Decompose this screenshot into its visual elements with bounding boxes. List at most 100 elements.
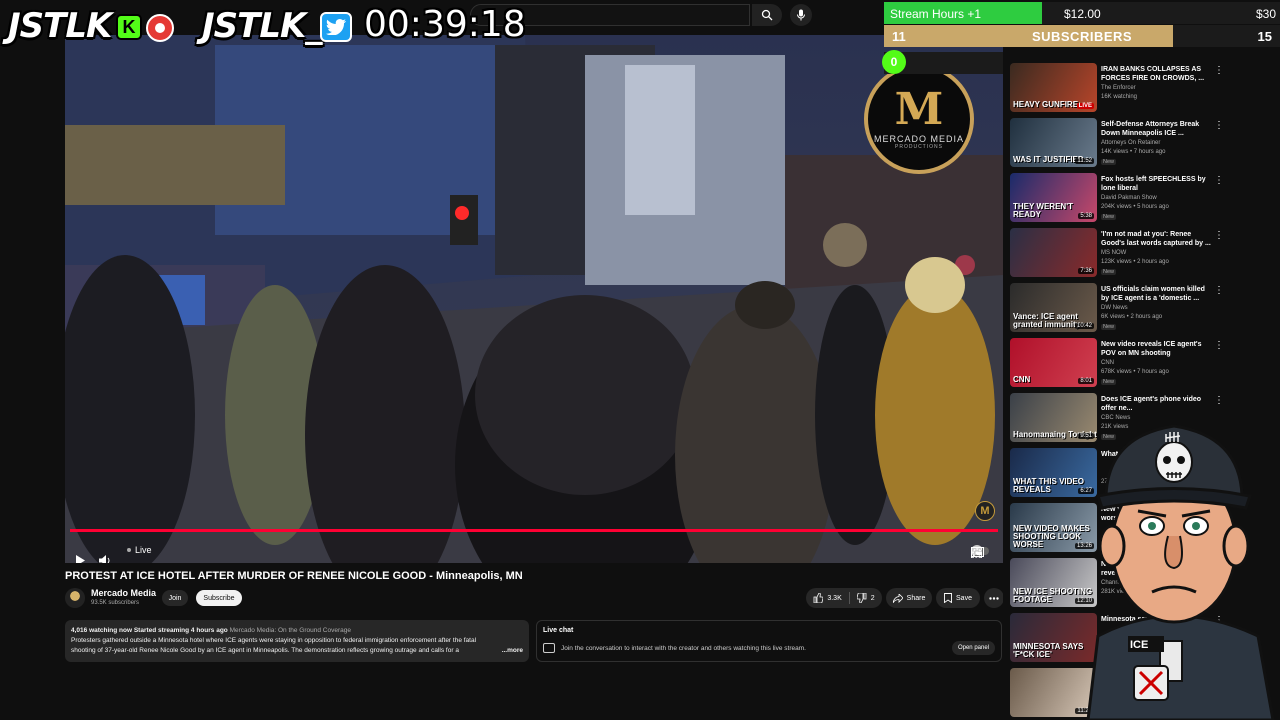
description-box[interactable]: 4,016 watching now Started streaming 4 h…: [65, 620, 529, 662]
show-more-link[interactable]: ...more: [502, 646, 523, 656]
view-stats: 4,016 watching now Started streaming 4 h…: [71, 627, 228, 634]
logo-letter: M: [894, 84, 944, 135]
video-menu-icon[interactable]: ⋮: [1214, 230, 1224, 241]
live-chat-title: Live chat: [543, 627, 574, 634]
logo-name: MERCADO MEDIA: [873, 134, 964, 144]
stream-hours-label: Stream Hours +1: [890, 7, 982, 21]
record-icon: [146, 14, 174, 42]
dislike-count[interactable]: 2: [871, 595, 875, 602]
live-progress-bar[interactable]: [70, 529, 998, 532]
video-thumbnail[interactable]: 7:36: [1010, 228, 1097, 277]
video-menu-icon[interactable]: ⋮: [1214, 340, 1224, 351]
duration-badge: 5:38: [1078, 213, 1094, 219]
video-thumbnail[interactable]: WAS IT JUSTIFIED 11:52: [1010, 118, 1097, 167]
video-thumbnail[interactable]: HEAVY GUNFIRE LIVE: [1010, 63, 1097, 112]
video-thumbnail[interactable]: CNN 8:01: [1010, 338, 1097, 387]
kick-logo-icon: K: [116, 14, 142, 40]
more-actions-button[interactable]: [984, 588, 1004, 608]
thumbs-up-icon[interactable]: [813, 593, 824, 603]
live-chat-panel: Live chat Join the conversation to inter…: [536, 620, 1002, 662]
channel-name[interactable]: Mercado Media: [91, 588, 156, 598]
new-badge: New: [1101, 159, 1117, 165]
recommended-video-title[interactable]: IRAN BANKS COLLAPSES AS FORCES FIRE ON C…: [1101, 65, 1211, 83]
save-label: Save: [956, 594, 972, 602]
logo-sub: PRODUCTIONS: [895, 144, 943, 150]
chat-bubble-icon: [543, 643, 555, 653]
fullscreen-icon[interactable]: [971, 547, 982, 558]
new-badge: New: [1101, 379, 1117, 385]
subscribers-label: SUBSCRIBERS: [1031, 29, 1133, 44]
recommended-video-title[interactable]: New video reveals ICE agent's POV on MN …: [1101, 340, 1211, 358]
search-icon: [761, 9, 773, 21]
brand-left: JSTLK: [8, 6, 112, 46]
share-button[interactable]: Share: [886, 588, 932, 608]
open-panel-button[interactable]: Open panel: [951, 641, 995, 655]
duration-badge: 11:52: [1075, 158, 1094, 164]
recommended-video[interactable]: Vance: ICE agent granted immunity 10:42 US…: [1010, 283, 1275, 335]
like-dislike-group: 3.3K 2: [806, 588, 882, 608]
live-badge: LIVE: [1076, 103, 1094, 109]
new-badge: New: [1101, 214, 1117, 220]
description-tag[interactable]: Mercado Media: On the Ground Coverage: [230, 627, 351, 634]
recommended-video-meta: 16K watching: [1101, 94, 1138, 100]
stream-hours-goal: Stream Hours +1 $12.00 $30: [884, 2, 1280, 24]
like-divider: [848, 592, 850, 604]
voice-search-button[interactable]: [790, 4, 812, 26]
live-chat-text: Join the conversation to interact with t…: [561, 645, 806, 652]
video-thumbnail[interactable]: Vance: ICE agent granted immunity 10:42: [1010, 283, 1097, 332]
video-thumbnail[interactable]: THEY WEREN'T READY 5:38: [1010, 173, 1097, 222]
recommended-channel-name[interactable]: CNN: [1101, 360, 1114, 366]
recommended-video-meta: 204K views • 5 hours ago: [1101, 204, 1169, 210]
video-menu-icon[interactable]: ⋮: [1214, 175, 1224, 186]
play-icon: [76, 555, 85, 563]
recommended-video-title[interactable]: Self-Defense Attorneys Break Down Minnea…: [1101, 120, 1211, 138]
bookmark-icon: [944, 593, 952, 603]
recommended-channel-name[interactable]: David Pakman Show: [1101, 195, 1157, 201]
save-button[interactable]: Save: [936, 588, 980, 608]
live-indicator[interactable]: Live: [127, 545, 152, 555]
subscribe-button[interactable]: Subscribe: [196, 590, 242, 606]
video-menu-icon[interactable]: ⋮: [1214, 65, 1224, 76]
svg-text:ICE: ICE: [1130, 639, 1148, 651]
recommended-video[interactable]: THEY WEREN'T READY 5:38 Fox hosts left SPE…: [1010, 173, 1275, 225]
recommended-video[interactable]: CNN 8:01 New video reveals ICE agent's POV…: [1010, 338, 1275, 390]
recommended-channel-name[interactable]: MS NOW: [1101, 250, 1126, 256]
stream-timer: 00:39:18: [364, 4, 526, 45]
thumbnail-caption: CNN: [1013, 375, 1031, 384]
recommended-channel-name[interactable]: The Enforcer: [1101, 85, 1136, 91]
recommended-video-meta: 678K views • 7 hours ago: [1101, 369, 1169, 375]
recommended-channel-name[interactable]: DW News: [1101, 305, 1128, 311]
stream-hours-max: $30: [1255, 7, 1276, 21]
recommended-video[interactable]: WAS IT JUSTIFIED 11:52 Self-Defense Attorn…: [1010, 118, 1275, 170]
recommended-video[interactable]: HEAVY GUNFIRE LIVE IRAN BANKS COLLAPSES AS…: [1010, 63, 1275, 115]
thumbnail-caption: HEAVY GUNFIRE: [1013, 100, 1079, 109]
new-badge: New: [1101, 324, 1117, 330]
recommended-video-meta: 6K views • 2 hours ago: [1101, 314, 1163, 320]
recommended-video-title[interactable]: Fox hosts left SPEECHLESS by lone libera…: [1101, 175, 1211, 193]
video-title: PROTEST AT ICE HOTEL AFTER MURDER OF REN…: [65, 570, 523, 582]
channel-avatar[interactable]: [65, 588, 85, 608]
share-label: Share: [906, 594, 926, 602]
search-button[interactable]: [752, 4, 782, 26]
video-menu-icon[interactable]: ⋮: [1214, 120, 1224, 131]
stream-hours-mid: $12.00: [1064, 7, 1101, 21]
recommended-video-title[interactable]: US officials claim women killed by ICE a…: [1101, 285, 1211, 303]
mascot-avatar-image: ICE: [1086, 424, 1275, 720]
channel-watermark[interactable]: M: [975, 501, 995, 521]
duration-badge: 10:42: [1074, 323, 1094, 329]
join-button[interactable]: Join: [162, 590, 188, 606]
subscribers-goal: 11 SUBSCRIBERS 15: [884, 25, 1280, 47]
recommended-video[interactable]: 7:36 'I'm not mad at you': Renee Good's l…: [1010, 228, 1275, 280]
video-menu-icon[interactable]: ⋮: [1214, 285, 1224, 296]
live-label: Live: [135, 545, 152, 555]
player-right-controls: [971, 545, 989, 558]
twitter-bird-icon: [320, 12, 352, 42]
video-player[interactable]: M Live: [65, 35, 1003, 563]
recommended-video-title[interactable]: 'I'm not mad at you': Renee Good's last …: [1101, 230, 1211, 248]
thumbs-down-icon[interactable]: [856, 593, 867, 603]
live-dot: [127, 548, 131, 552]
volume-icon: [99, 555, 110, 563]
recommended-channel-name[interactable]: Attorneys On Retainer: [1101, 140, 1160, 146]
microphone-icon: [797, 9, 805, 21]
like-count[interactable]: 3.3K: [827, 595, 841, 602]
